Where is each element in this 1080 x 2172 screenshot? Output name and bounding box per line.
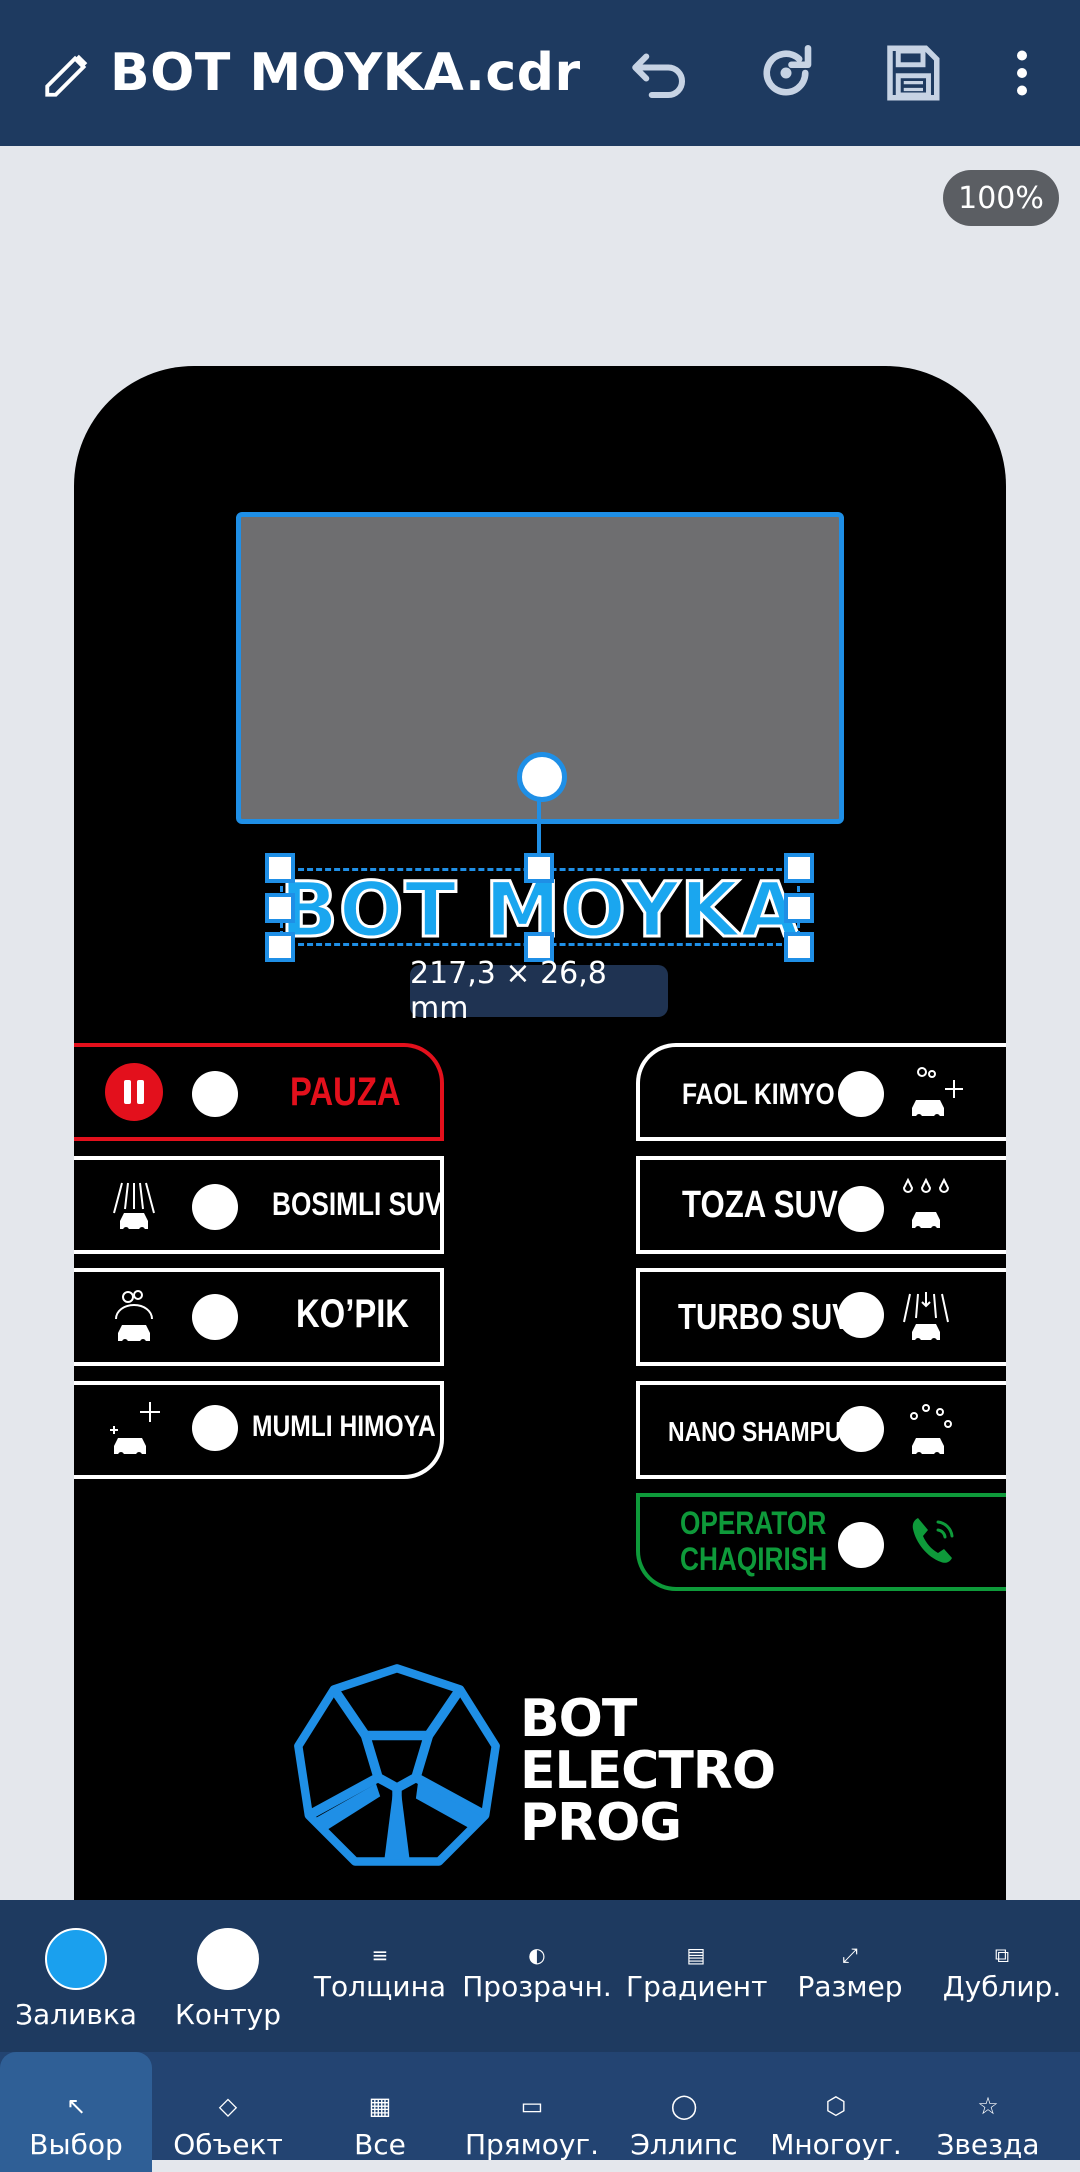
outline-swatch — [197, 1928, 259, 1990]
led-indicator — [838, 1186, 884, 1232]
thickness-tool[interactable]: ≡ Толщина — [310, 1940, 450, 2003]
save-button[interactable] — [872, 33, 952, 113]
ellipse-tool[interactable]: ◯ Эллипс — [614, 2052, 754, 2161]
more-vert-icon — [1017, 50, 1027, 96]
resize-icon: ⤢ — [842, 1943, 858, 1967]
star-icon: ☆ — [977, 2092, 999, 2120]
rectangle-icon: ▭ — [520, 2092, 544, 2120]
button-label-line2: CHAQIRISH — [680, 1541, 828, 1577]
led-indicator — [192, 1294, 238, 1340]
bot-electro-prog-logo — [294, 1664, 500, 1866]
duplicate-tool[interactable]: ⧉ Дублир. — [932, 1940, 1072, 2003]
app-bar: BOT MOYKA.cdr — [0, 0, 1080, 146]
pause-icon — [105, 1063, 163, 1121]
thickness-icon: ≡ — [371, 1943, 389, 1967]
cursor-icon: ↖ — [65, 2092, 87, 2120]
phone-icon — [912, 1518, 954, 1563]
button-label: TOZA SUV — [682, 1184, 838, 1226]
gradient-tool[interactable]: ▤ Градиент — [626, 1940, 768, 2003]
button-label: NANO SHAMPUN — [668, 1416, 859, 1447]
button-label: MUMLI HIMOYA — [252, 1410, 436, 1443]
size-tool[interactable]: ⤢ Размер — [780, 1940, 920, 2003]
button-label-line1: OPERATOR — [680, 1505, 827, 1541]
led-indicator — [838, 1292, 884, 1338]
ellipse-icon: ◯ — [670, 2092, 698, 2120]
select-tool[interactable]: ↖ Выбор — [6, 2052, 146, 2161]
more-options-button[interactable] — [982, 33, 1062, 113]
transparency-icon: ◐ — [528, 1943, 546, 1967]
star-tool[interactable]: ☆ Звезда — [918, 2052, 1058, 2161]
car-chemistry-icon — [912, 1067, 963, 1120]
duplicate-icon: ⧉ — [994, 1943, 1010, 1967]
logo-line-3: PROG — [520, 1793, 682, 1853]
fill-tool[interactable]: Заливка — [6, 1928, 146, 2031]
document-title: BOT MOYKA.cdr — [110, 43, 581, 103]
outline-tool[interactable]: Контур — [158, 1928, 298, 2031]
resize-handle-right[interactable] — [784, 893, 814, 923]
car-foam-icon — [115, 1290, 153, 1345]
redo-icon — [763, 44, 812, 96]
transparency-label: Прозрачн. — [462, 1970, 612, 2003]
gradient-icon: ▤ — [686, 1943, 706, 1967]
car-spray-icon — [113, 1182, 155, 1233]
resize-handle-bottom-left[interactable] — [265, 932, 295, 962]
size-label: Размер — [797, 1970, 903, 2003]
button-label: KO’PIK — [296, 1292, 409, 1336]
polygon-label: Многоуг. — [770, 2128, 902, 2161]
resize-handle-top-right[interactable] — [784, 853, 814, 883]
button-label: TURBO SUV — [678, 1296, 852, 1337]
undo-icon — [632, 53, 686, 99]
led-indicator — [192, 1405, 238, 1451]
select-all-label: Все — [354, 2128, 406, 2161]
title-area: BOT MOYKA.cdr — [40, 0, 581, 146]
resize-handle-top-left[interactable] — [265, 853, 295, 883]
resize-handle-top[interactable] — [524, 853, 554, 883]
grid-icon: ▦ — [368, 2092, 392, 2120]
zoom-level-badge[interactable]: 100% — [943, 170, 1059, 226]
select-label: Выбор — [29, 2128, 123, 2161]
resize-handle-left[interactable] — [265, 893, 295, 923]
transparency-tool[interactable]: ◐ Прозрачн. — [462, 1940, 612, 2003]
rotation-handle[interactable] — [517, 752, 567, 802]
redo-button[interactable] — [746, 33, 826, 113]
button-label: BOSIMLI SUV — [272, 1186, 443, 1222]
object-label: Объект — [173, 2128, 283, 2161]
thickness-label: Толщина — [313, 1970, 447, 2003]
object-tool[interactable]: ◇ Объект — [158, 2052, 298, 2161]
logo-text: BOT ELECTRO PROG — [520, 1689, 776, 1853]
diamond-icon: ◇ — [218, 2092, 238, 2120]
button-label: PAUZA — [290, 1070, 401, 1114]
car-shampoo-icon — [910, 1404, 952, 1458]
car-turbo-icon — [903, 1292, 949, 1344]
led-indicator — [838, 1522, 884, 1568]
polygon-tool[interactable]: ⬡ Многоуг. — [766, 2052, 906, 2161]
button-label: FAOL KIMYO — [682, 1078, 835, 1111]
led-indicator — [838, 1406, 884, 1452]
rectangle-tool[interactable]: ▭ Прямоуг. — [462, 2052, 602, 2161]
outline-label: Контур — [175, 1998, 281, 2031]
car-shine-icon — [110, 1402, 160, 1458]
resize-handle-bottom-right[interactable] — [784, 932, 814, 962]
select-all-tool[interactable]: ▦ Все — [310, 2052, 450, 2161]
gradient-label: Градиент — [626, 1970, 768, 2003]
rectangle-label: Прямоуг. — [464, 2128, 600, 2161]
fill-swatch — [45, 1928, 107, 1990]
undo-button[interactable] — [620, 33, 700, 113]
logo-line-1: BOT — [520, 1689, 637, 1749]
pencil-icon — [45, 54, 88, 97]
led-indicator — [192, 1071, 238, 1117]
led-indicator — [838, 1071, 884, 1117]
ellipse-label: Эллипс — [630, 2128, 738, 2161]
dimensions-badge: 217,3 × 26,8 mm — [410, 956, 668, 1026]
save-icon — [887, 45, 940, 101]
duplicate-label: Дублир. — [942, 1970, 1062, 2003]
fill-label: Заливка — [15, 1998, 137, 2031]
hexagon-icon: ⬡ — [825, 2092, 847, 2120]
logo-line-2: ELECTRO — [520, 1741, 776, 1801]
led-indicator — [192, 1184, 238, 1230]
car-drops-icon — [902, 1177, 950, 1232]
star-label: Звезда — [936, 2128, 1040, 2161]
